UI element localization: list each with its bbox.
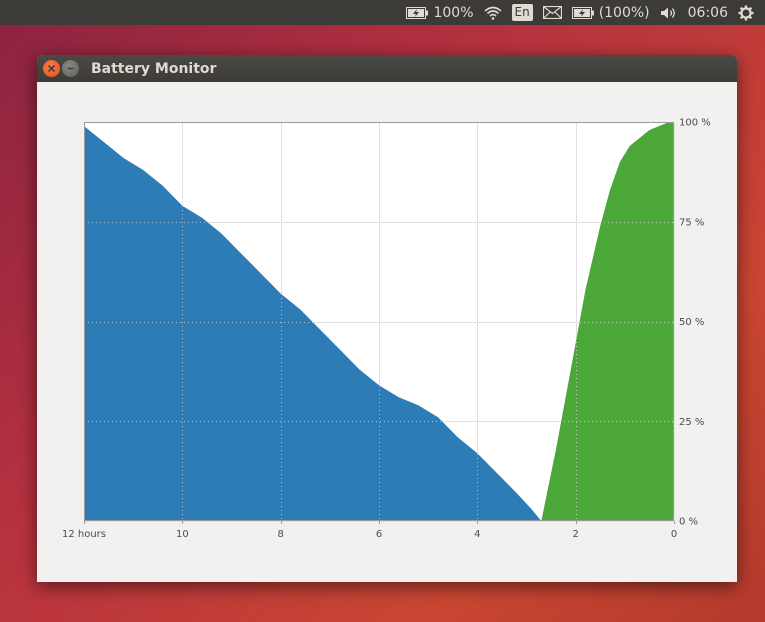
y-axis: 0 % 25 % 50 % 75 % 100 %: [679, 118, 711, 528]
x-tick-label: 6: [376, 529, 382, 540]
y-tick-label: 75 %: [679, 217, 704, 228]
x-tick-label: 4: [474, 529, 480, 540]
battery-chart: 12 hours 10 8 6 4 2 0 0 % 25 % 50 % 75 % 100 %: [62, 118, 711, 541]
y-tick-label: 0 %: [679, 517, 698, 528]
x-tick-label: 8: [277, 529, 283, 540]
y-tick-label: 50 %: [679, 317, 704, 328]
x-tick-label: 0: [671, 529, 677, 540]
y-tick-label: 100 %: [679, 118, 711, 129]
x-tick-label: 12 hours: [62, 529, 106, 540]
x-tick-label: 10: [176, 529, 189, 540]
y-tick-label: 25 %: [679, 417, 704, 428]
x-tick-label: 2: [572, 529, 578, 540]
x-axis: 12 hours 10 8 6 4 2 0: [62, 521, 677, 540]
